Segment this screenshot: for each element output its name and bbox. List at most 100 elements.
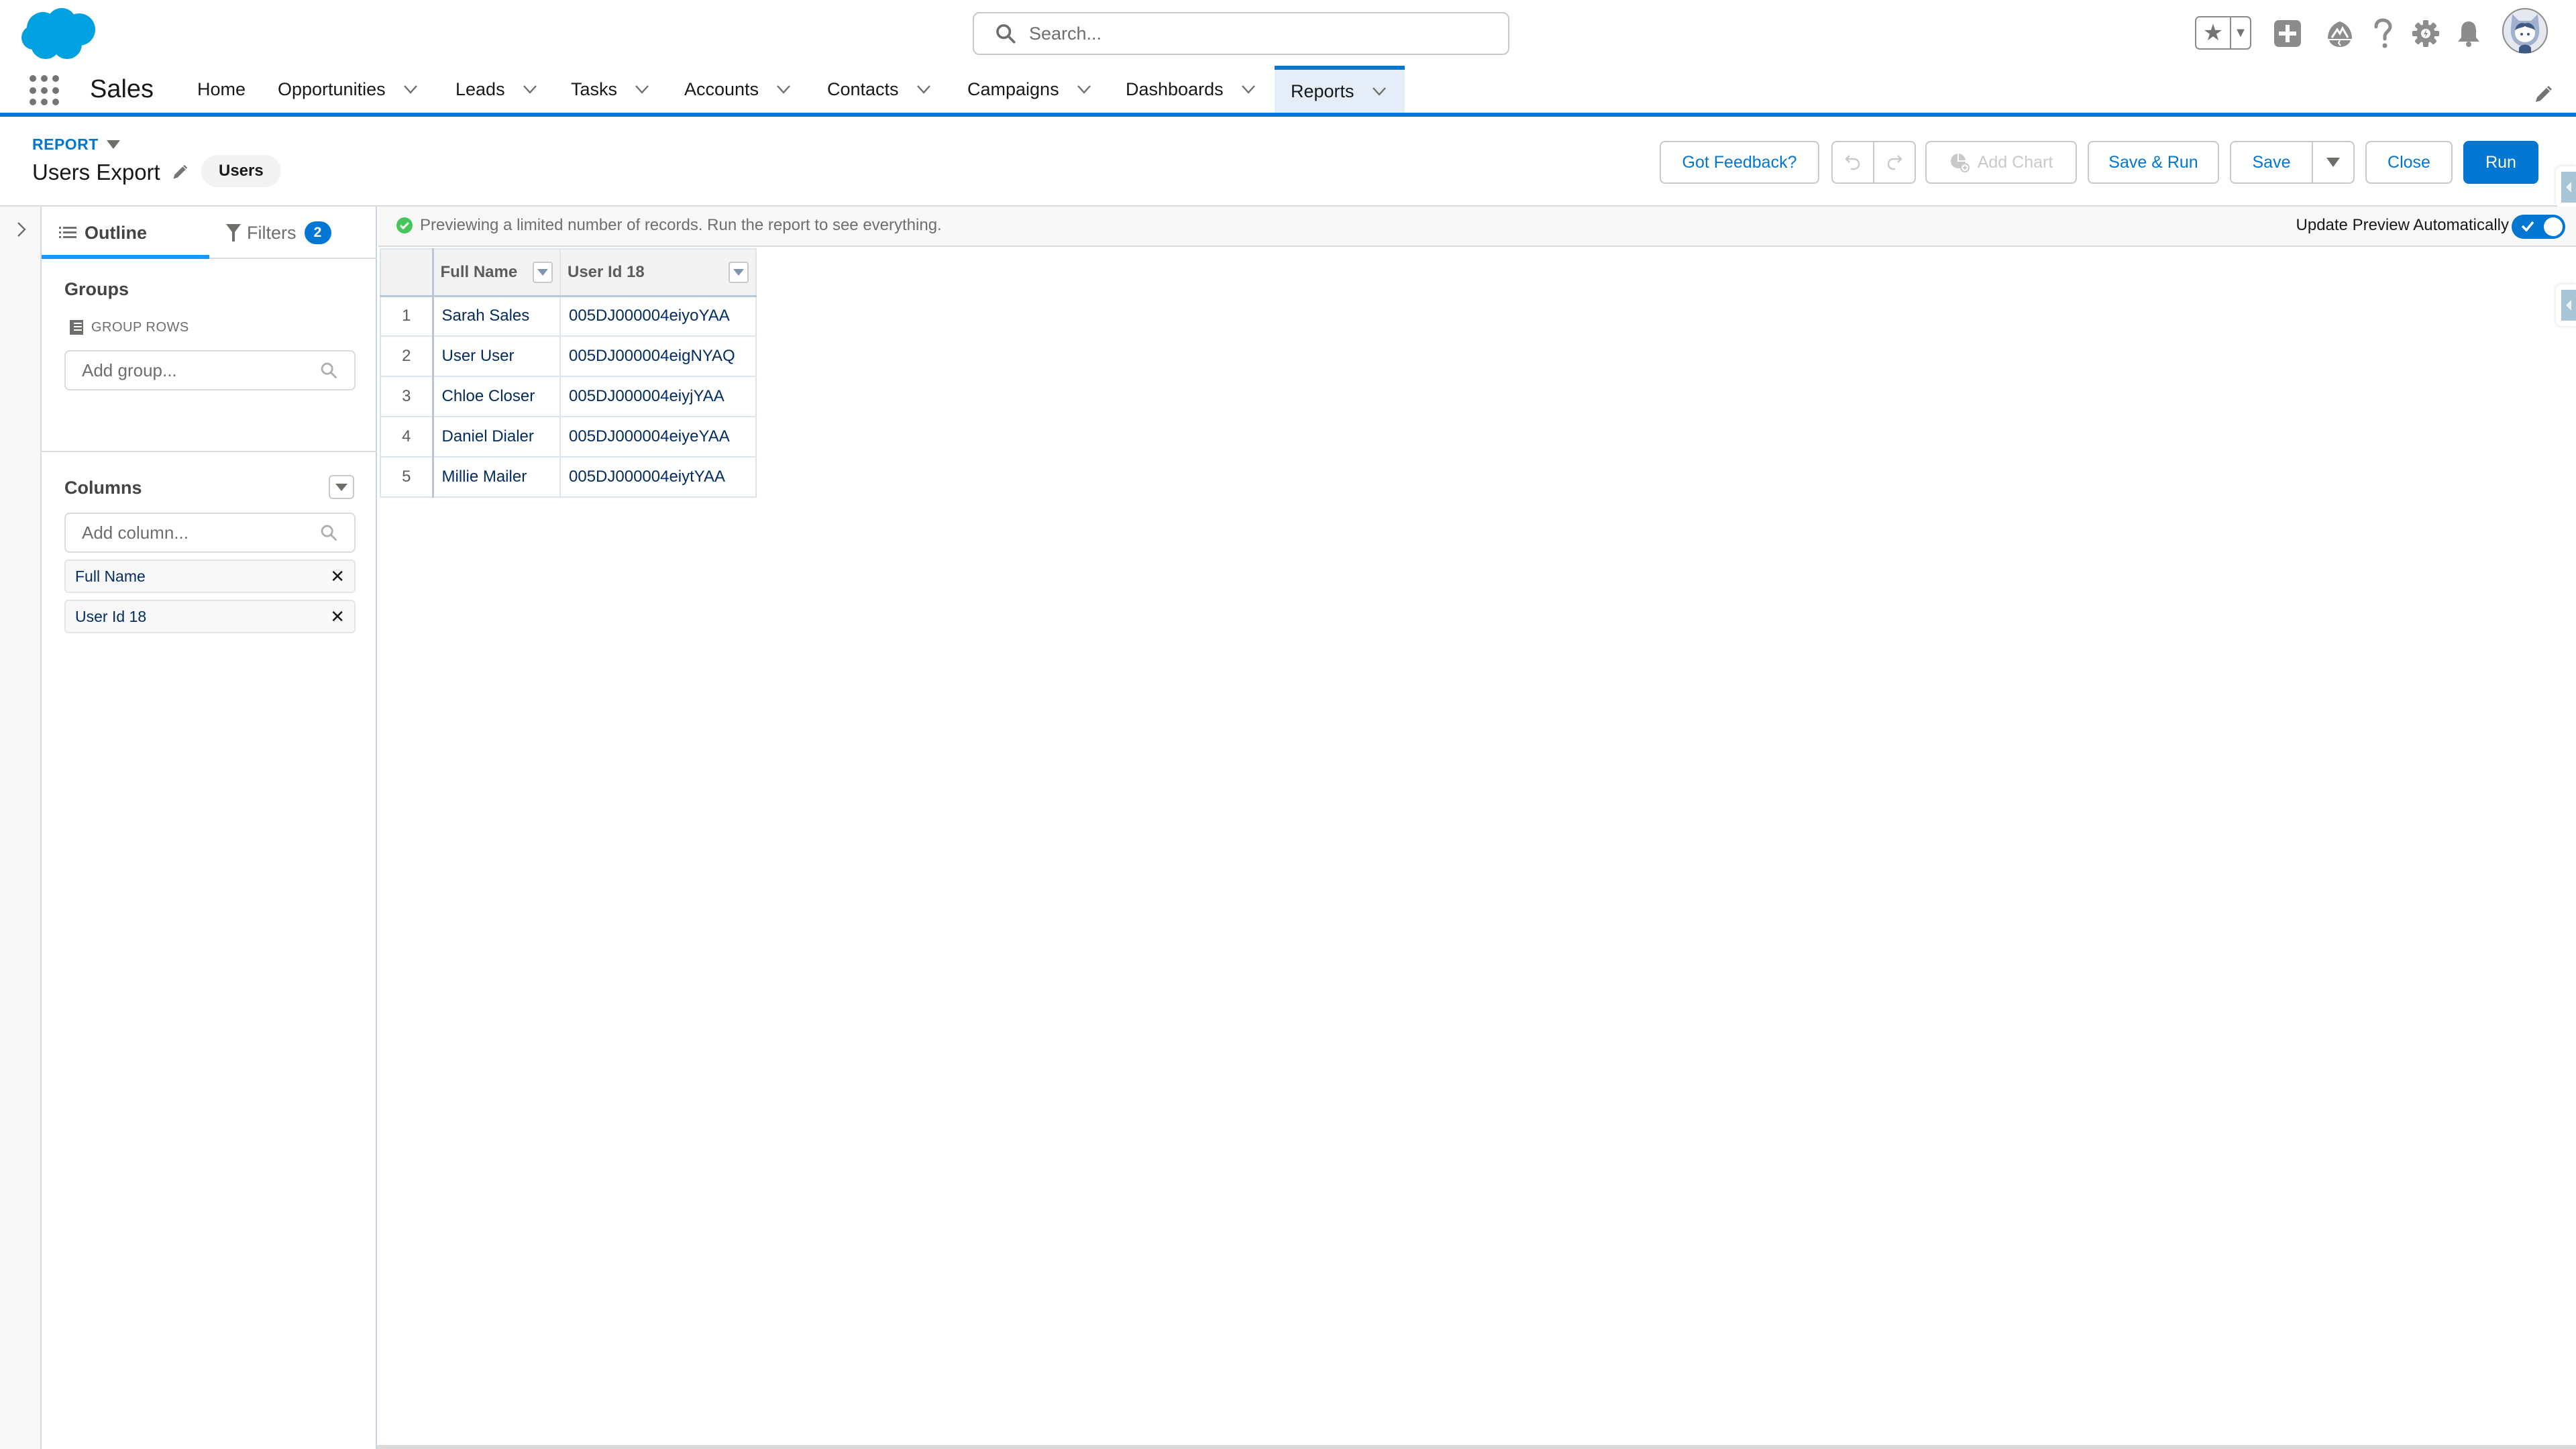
- column-header-user-id-18[interactable]: User Id 18: [559, 248, 757, 297]
- column-menu-dropdown[interactable]: [533, 261, 553, 283]
- column-menu-dropdown[interactable]: [729, 261, 749, 283]
- chevron-down-icon[interactable]: [776, 85, 791, 94]
- undo-redo-group: [1831, 141, 1916, 184]
- table-row: 3 Chloe Closer 005DJ000004eiyjYAA: [380, 376, 757, 417]
- global-search-input[interactable]: Search...: [973, 12, 1509, 55]
- chevron-down-icon[interactable]: [1372, 87, 1387, 96]
- report-menu[interactable]: REPORT: [32, 136, 120, 154]
- nav-item-label: Leads: [455, 78, 505, 99]
- chevron-down-icon[interactable]: [635, 85, 649, 94]
- undo-icon[interactable]: [1833, 142, 1874, 182]
- add-column-input[interactable]: Add column...: [64, 513, 356, 553]
- help-icon[interactable]: [2365, 16, 2400, 51]
- favorites-dropdown-icon[interactable]: ▼: [2231, 17, 2250, 48]
- got-feedback-button[interactable]: Got Feedback?: [1660, 141, 1819, 184]
- nav-item-opportunities[interactable]: Opportunities: [278, 66, 418, 113]
- side-panel-toggle-top[interactable]: [2556, 166, 2576, 208]
- button-label: Close: [2387, 152, 2430, 172]
- column-pill-user-id-18[interactable]: User Id 18 ✕: [64, 600, 356, 633]
- tab-filters[interactable]: Filters 2: [225, 207, 331, 259]
- global-actions-plus-icon[interactable]: [2270, 16, 2305, 51]
- setup-gear-icon[interactable]: [2408, 16, 2443, 51]
- table-row: 2 User User 005DJ000004eigNYAQ: [380, 335, 757, 377]
- chevron-down-icon[interactable]: [523, 85, 537, 94]
- row-number: 1: [380, 295, 434, 337]
- trailhead-icon[interactable]: [2322, 16, 2357, 51]
- column-header-full-name[interactable]: Full Name: [432, 248, 561, 297]
- row-number: 4: [380, 416, 434, 458]
- button-label: Save & Run: [2108, 152, 2198, 172]
- chart-icon: [1950, 154, 1970, 172]
- cell-user-id: 005DJ000004eiyjYAA: [559, 376, 757, 417]
- group-rows-text: GROUP ROWS: [91, 319, 189, 335]
- report-title: Users Export: [32, 160, 189, 185]
- notifications-bell-icon[interactable]: [2451, 16, 2486, 51]
- nav-item-label: Contacts: [827, 78, 899, 99]
- fields-panel-rail: [0, 207, 42, 1449]
- columns-menu-dropdown[interactable]: [329, 475, 354, 499]
- object-label: REPORT: [32, 136, 99, 153]
- caret-down-icon: [335, 483, 347, 491]
- app-launcher-icon[interactable]: [30, 75, 60, 106]
- run-button[interactable]: Run: [2463, 141, 2538, 184]
- search-icon: [321, 362, 337, 378]
- columns-title: Columns: [64, 478, 142, 498]
- report-title-text: Users Export: [32, 160, 160, 184]
- cell-user-id: 005DJ000004eiytYAA: [559, 456, 757, 498]
- nav-item-home[interactable]: Home: [197, 66, 246, 113]
- chevron-down-icon[interactable]: [403, 85, 418, 94]
- filters-count-badge: 2: [304, 221, 331, 244]
- auto-update-toggle[interactable]: [2512, 215, 2565, 239]
- save-and-run-button[interactable]: Save & Run: [2088, 141, 2219, 184]
- list-icon: [59, 227, 76, 238]
- edit-title-pencil-icon[interactable]: [171, 164, 189, 181]
- table-row: 5 Millie Mailer 005DJ000004eiytYAA: [380, 456, 757, 498]
- outline-panel: Outline Filters 2 Groups GROUP ROWS Add …: [42, 207, 377, 1449]
- add-chart-button[interactable]: Add Chart: [1925, 141, 2077, 184]
- favorites-star-icon[interactable]: ★: [2196, 17, 2231, 48]
- add-group-input[interactable]: Add group...: [64, 350, 356, 390]
- edit-nav-pencil-icon[interactable]: [2533, 85, 2553, 105]
- nav-item-dashboards[interactable]: Dashboards: [1126, 66, 1256, 113]
- salesforce-logo[interactable]: [20, 7, 99, 62]
- tab-label: Outline: [85, 222, 147, 243]
- column-pill-label: User Id 18: [75, 607, 147, 625]
- remove-column-close-icon[interactable]: ✕: [330, 566, 345, 587]
- column-pill-label: Full Name: [75, 567, 146, 585]
- column-pill-full-name[interactable]: Full Name ✕: [64, 559, 356, 593]
- nav-item-label: Accounts: [684, 78, 759, 99]
- button-label: Run: [2485, 152, 2516, 172]
- chevron-down-icon[interactable]: [1077, 85, 1091, 94]
- tab-label: Filters: [247, 222, 297, 243]
- nav-item-label: Campaigns: [967, 78, 1059, 99]
- nav-item-label: Opportunities: [278, 78, 386, 99]
- nav-item-leads[interactable]: Leads: [455, 66, 537, 113]
- nav-item-contacts[interactable]: Contacts: [827, 66, 931, 113]
- nav-item-label: Home: [197, 78, 246, 99]
- add-column-placeholder: Add column...: [82, 522, 189, 543]
- search-icon: [321, 525, 337, 541]
- cell-full-name: Chloe Closer: [432, 376, 561, 417]
- nav-item-label: Tasks: [571, 78, 618, 99]
- save-button[interactable]: Save: [2231, 142, 2313, 182]
- group-rows-icon: [70, 320, 83, 335]
- chevron-down-icon[interactable]: [916, 85, 931, 94]
- tab-outline[interactable]: Outline: [59, 207, 209, 259]
- save-options-dropdown-icon[interactable]: [2313, 142, 2353, 182]
- chevron-right-icon[interactable]: [15, 220, 28, 239]
- user-avatar[interactable]: [2501, 7, 2549, 55]
- report-preview-table: Full Name User Id 18 1 Sarah Sales 005DJ…: [380, 248, 757, 498]
- nav-item-tasks[interactable]: Tasks: [571, 66, 649, 113]
- nav-item-reports[interactable]: Reports: [1275, 66, 1405, 113]
- nav-item-campaigns[interactable]: Campaigns: [967, 66, 1091, 113]
- redo-icon[interactable]: [1874, 142, 1915, 182]
- side-panel-toggle-fields[interactable]: [2556, 284, 2576, 326]
- close-button[interactable]: Close: [2365, 141, 2453, 184]
- cell-user-id: 005DJ000004eiyeYAA: [559, 416, 757, 458]
- remove-column-close-icon[interactable]: ✕: [330, 606, 345, 627]
- nav-item-accounts[interactable]: Accounts: [684, 66, 791, 113]
- preview-status-bar: Previewing a limited number of records. …: [378, 207, 2576, 247]
- chevron-down-icon[interactable]: [1241, 85, 1256, 94]
- cell-user-id: 005DJ000004eiyoYAA: [559, 295, 757, 337]
- panel-divider: [42, 451, 377, 452]
